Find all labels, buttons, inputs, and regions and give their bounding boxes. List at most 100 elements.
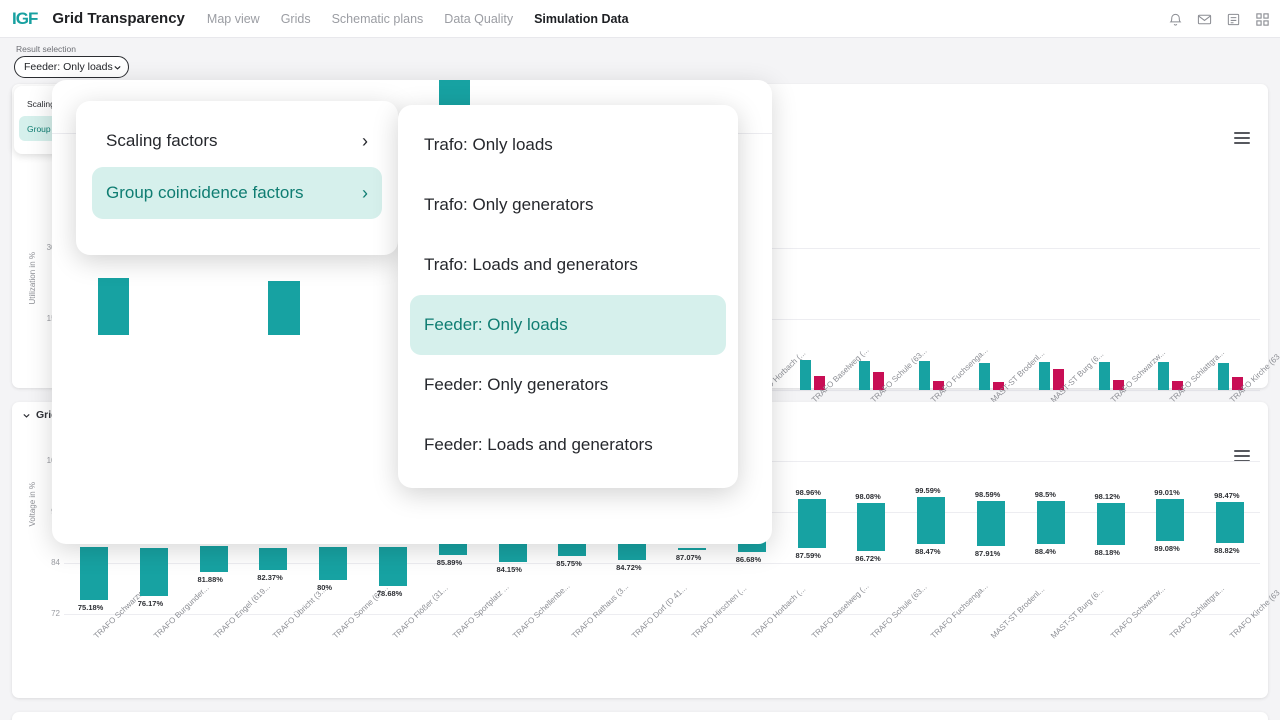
- nav-item-map-view[interactable]: Map view: [207, 12, 260, 26]
- bar-voltage-range: [319, 547, 348, 580]
- bar-min-value-label: 87.07%: [675, 552, 702, 562]
- scaling-menu: Scaling factors › Group coincidence fact…: [76, 101, 398, 255]
- bar-min-value-label: 78.68%: [376, 588, 403, 598]
- x-axis-tick-label: TRAFO Übricht (3...: [271, 584, 329, 641]
- nav-item-schematic-plans[interactable]: Schematic plans: [332, 12, 424, 26]
- y-axis-tick-label: 84: [51, 558, 60, 567]
- main-nav: Map view Grids Schematic plans Data Qual…: [207, 12, 629, 26]
- bar-min-value-label: 89.08%: [1154, 544, 1180, 554]
- x-axis-tick-label: TRAFO Rathaus (3...: [570, 581, 631, 641]
- bar-voltage-range: [1216, 501, 1245, 543]
- apps-grid-icon[interactable]: [1255, 12, 1270, 27]
- menu-item-trafo-only-loads[interactable]: Trafo: Only loads: [410, 115, 726, 175]
- bar-min-value-label: 88.47%: [915, 547, 941, 556]
- bar-voltage-range: [1036, 501, 1065, 545]
- result-selection-dropdown[interactable]: Feeder: Only loads: [14, 56, 129, 78]
- y-axis-tick-label: 72: [51, 609, 60, 618]
- bar-min-value-label: 81.88%: [197, 575, 223, 584]
- result-selection-label: Result selection: [16, 44, 77, 54]
- menu-item-label: Group coincidence factors: [106, 183, 304, 202]
- bar-min-value-label: 86.72%: [855, 554, 881, 564]
- menu-item-label: Scaling factors: [106, 131, 218, 150]
- x-axis-tick-label: TRAFO Baselweg (...: [809, 581, 871, 641]
- menu-item-feeder-only-generators[interactable]: Feeder: Only generators: [410, 355, 726, 415]
- bar-min-value-label: 86.68%: [735, 554, 762, 564]
- app-root: IGF Grid Transparency Map view Grids Sch…: [0, 0, 1280, 720]
- bar-loads: [1218, 362, 1230, 390]
- bar-min-value-label: 82.37%: [257, 572, 283, 582]
- bar-min-value-label: 84.15%: [496, 565, 522, 575]
- bar-loads: [1158, 361, 1170, 390]
- magnified-bar-loads: [98, 278, 130, 335]
- chevron-down-icon: [114, 65, 121, 70]
- bar-max-value-label: 99.59%: [915, 485, 941, 495]
- bar-loads: [799, 359, 811, 390]
- x-axis-tick-label: MAST-ST Brodenl...: [988, 584, 1047, 641]
- bar-loads: [859, 360, 871, 390]
- bell-icon[interactable]: [1168, 12, 1183, 27]
- footer-card: Minimum vs. maximum voltage per voltage …: [12, 712, 1268, 720]
- x-axis-tick-label: MAST-ST Brodenl...: [988, 348, 1047, 405]
- bar-max-value-label: 98.12%: [1094, 491, 1120, 501]
- list-icon[interactable]: [1226, 12, 1241, 27]
- mail-icon[interactable]: [1197, 12, 1212, 27]
- bar-max-value-label: 98.59%: [974, 489, 1001, 499]
- toolbar: Result selection Feeder: Only loads: [0, 38, 1280, 83]
- bar-loads: [1038, 361, 1050, 390]
- menu-item-trafo-loads-and-generators[interactable]: Trafo: Loads and generators: [410, 235, 726, 295]
- bar-voltage-range: [857, 503, 886, 552]
- chevron-right-icon: ›: [362, 130, 368, 151]
- menu-item-trafo-only-generators[interactable]: Trafo: Only generators: [410, 175, 726, 235]
- voltage-y-axis-title: Voltage in %: [28, 482, 37, 527]
- bar-min-value-label: 84.72%: [616, 562, 642, 572]
- x-axis-tick-label: TRAFO Horbach (...: [749, 584, 808, 641]
- top-icon-group: [1168, 0, 1270, 38]
- x-axis-tick-label: TRAFO Hirschen (...: [689, 583, 749, 641]
- x-axis-tick-label: TRAFO Schellenbe...: [510, 581, 572, 641]
- menu-item-feeder-loads-and-generators[interactable]: Feeder: Loads and generators: [410, 415, 726, 475]
- nav-item-grids[interactable]: Grids: [281, 12, 311, 26]
- menu-item-group-coincidence-factors[interactable]: Group coincidence factors ›: [92, 167, 382, 219]
- bar-voltage-range: [79, 546, 108, 601]
- bar-max-value-label: 99.01%: [1154, 488, 1180, 498]
- bar-loads: [1098, 361, 1110, 390]
- x-axis-tick-label: TRAFO Dorf (D 41...: [630, 583, 689, 641]
- x-axis-tick-label: TRAFO Fuchsenga...: [929, 581, 990, 641]
- x-axis-tick-label: TRAFO Sportplatz ...: [450, 582, 511, 641]
- bar-voltage-range: [797, 499, 826, 548]
- menu-item-scaling-factors[interactable]: Scaling factors ›: [92, 115, 382, 167]
- bar-max-value-label: 98.96%: [795, 488, 821, 498]
- bar-min-value-label: 87.59%: [795, 550, 821, 560]
- result-selection-group: Result selection Feeder: Only loads: [14, 44, 129, 78]
- gridline: [64, 563, 1260, 564]
- x-axis-tick-label: TRAFO Engel (619...: [211, 582, 272, 641]
- result-selection-submenu: Trafo: Only loads Trafo: Only generators…: [398, 105, 738, 488]
- x-axis-tick-label: TRAFO Schlattgra...: [1168, 583, 1227, 641]
- logo[interactable]: IGF: [12, 9, 38, 29]
- bar-min-value-label: 75.18%: [77, 603, 104, 613]
- bar-loads: [919, 360, 931, 390]
- menu-item-feeder-only-loads[interactable]: Feeder: Only loads: [410, 295, 726, 355]
- nav-item-data-quality[interactable]: Data Quality: [444, 12, 513, 26]
- result-selection-value: Feeder: Only loads: [24, 61, 113, 73]
- bar-min-value-label: 80%: [317, 583, 333, 592]
- top-navigation-bar: IGF Grid Transparency Map view Grids Sch…: [0, 0, 1280, 38]
- bar-loads: [978, 362, 990, 390]
- magnified-bar-loads: [268, 280, 300, 335]
- x-axis-tick-label: TRAFO Kirche (63...: [1228, 583, 1280, 641]
- bar-min-value-label: 85.75%: [556, 558, 582, 568]
- bar-voltage-range: [139, 547, 168, 597]
- bar-min-value-label: 88.18%: [1094, 548, 1120, 558]
- x-axis-tick-label: TRAFO Schule (63...: [869, 582, 929, 641]
- bar-voltage-range: [1096, 502, 1125, 546]
- footer-note: Minimum vs. maximum voltage per voltage …: [12, 712, 1268, 720]
- chevron-right-icon: ›: [362, 182, 368, 203]
- bar-voltage-range: [199, 546, 228, 572]
- bar-min-value-label: 88.82%: [1214, 545, 1240, 555]
- nav-item-simulation-data[interactable]: Simulation Data: [534, 12, 628, 26]
- bar-max-value-label: 98.47%: [1214, 490, 1240, 500]
- bar-max-value-label: 98.08%: [855, 492, 881, 502]
- bar-voltage-range: [976, 500, 1005, 547]
- bar-min-value-label: 87.91%: [974, 549, 1001, 559]
- utilization-y-axis-title: Utilization in %: [28, 252, 37, 305]
